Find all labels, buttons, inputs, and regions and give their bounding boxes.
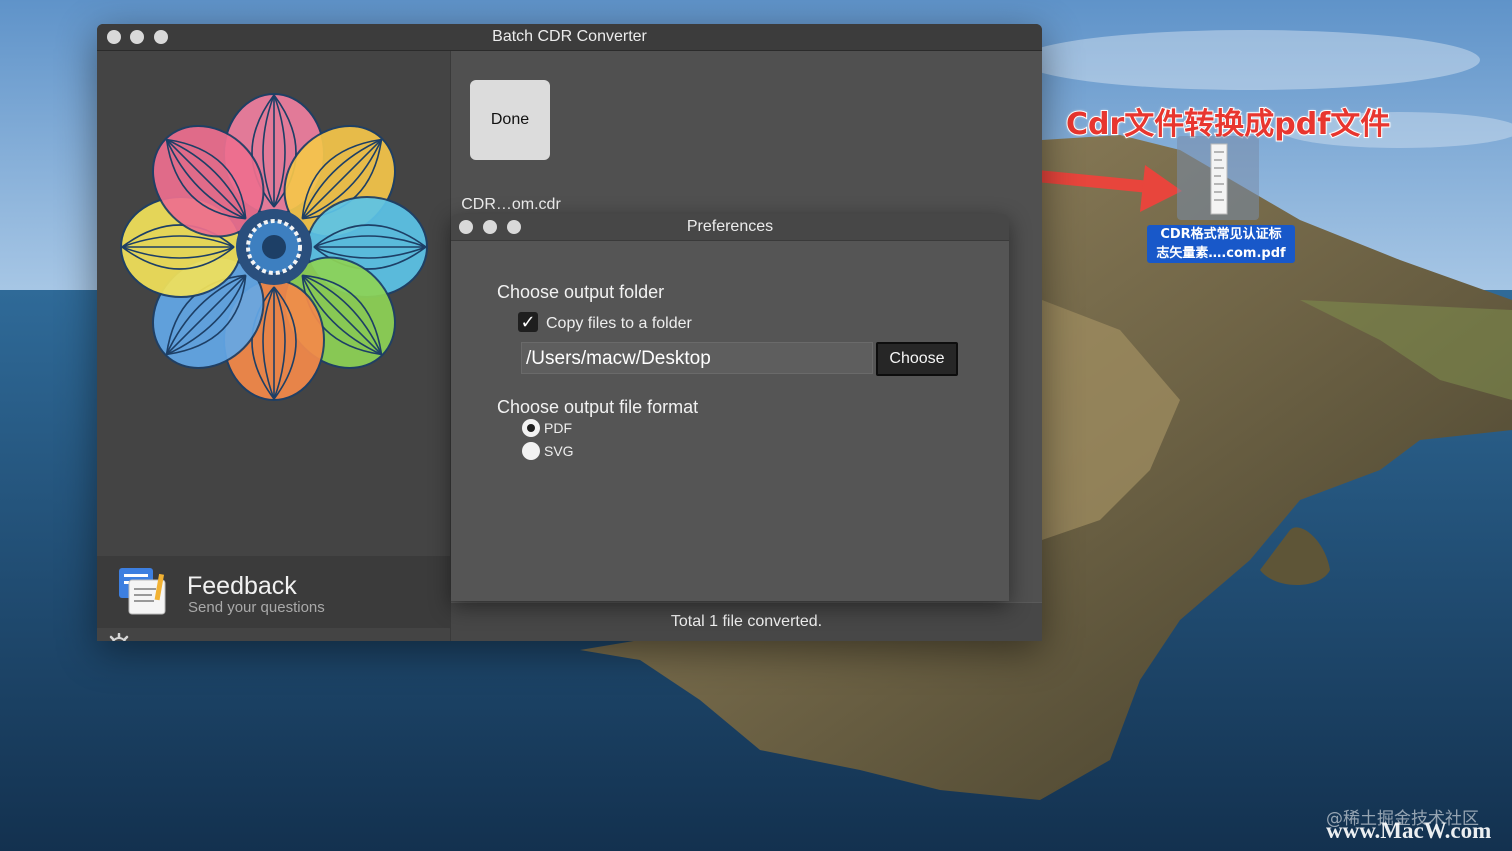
converted-file-thumbnail[interactable]: Done xyxy=(470,80,550,160)
status-bar: Total 1 file converted. xyxy=(451,602,1042,641)
output-folder-heading: Choose output folder xyxy=(497,282,665,302)
pdf-file-label-line1: CDR格式常见认证标 xyxy=(1160,227,1282,242)
svg-radio[interactable] xyxy=(522,442,540,460)
zoom-dot[interactable] xyxy=(154,30,168,44)
flower-logo xyxy=(120,93,428,401)
close-dot[interactable] xyxy=(107,30,121,44)
choose-button[interactable]: Choose xyxy=(876,342,958,376)
copy-files-label[interactable]: Copy files to a folder xyxy=(546,315,692,333)
pdf-radio-label[interactable]: PDF xyxy=(544,420,572,436)
pdf-file-label[interactable]: CDR格式常见认证标 志矢量素….com.pdf xyxy=(1147,225,1295,263)
pdf-document-icon xyxy=(1210,143,1228,215)
feedback-title: Feedback xyxy=(187,572,297,600)
svg-radio-label[interactable]: SVG xyxy=(544,443,574,459)
minimize-dot[interactable] xyxy=(130,30,144,44)
output-path-field[interactable]: /Users/macw/Desktop xyxy=(521,342,873,374)
feedback-subtitle: Send your questions xyxy=(188,599,325,616)
preferences-titlebar: Preferences xyxy=(451,214,1009,241)
feedback-icon xyxy=(119,568,166,615)
feedback-panel[interactable]: Feedback Send your questions xyxy=(97,556,450,628)
sidebar: Feedback Send your questions xyxy=(97,51,451,641)
pdf-radio[interactable] xyxy=(522,419,540,437)
preferences-title: Preferences xyxy=(686,218,774,235)
copy-files-checkbox[interactable]: ✓ xyxy=(518,312,538,332)
pref-close-dot[interactable] xyxy=(459,220,473,234)
gear-icon[interactable] xyxy=(107,633,131,641)
status-text: Total 1 file converted. xyxy=(670,613,823,630)
pref-minimize-dot[interactable] xyxy=(483,220,497,234)
pref-zoom-dot[interactable] xyxy=(507,220,521,234)
output-format-heading: Choose output file format xyxy=(497,397,699,417)
file-name: CDR…om.cdr xyxy=(461,196,561,213)
main-titlebar: Batch CDR Converter xyxy=(97,24,1042,51)
logo-area xyxy=(97,51,450,556)
preferences-window: Preferences Choose output folder ✓ Copy … xyxy=(451,214,1009,601)
window-title: Batch CDR Converter xyxy=(492,28,647,45)
pdf-file-icon[interactable] xyxy=(1177,136,1259,220)
pdf-file-label-line2: 志矢量素….com.pdf xyxy=(1156,246,1286,261)
file-thumbnail-label: Done xyxy=(490,111,530,128)
watermark-bottom: www.MacW.com xyxy=(1326,818,1492,843)
